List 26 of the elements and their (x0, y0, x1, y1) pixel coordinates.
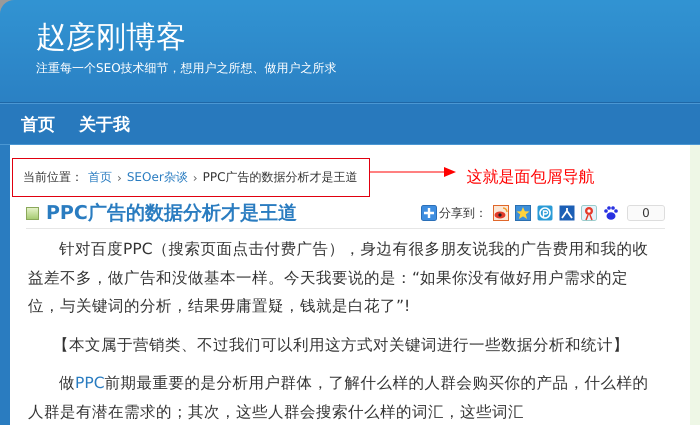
breadcrumb-current: PPC广告的数据分析才是王道 (202, 169, 358, 186)
plus-icon[interactable] (421, 205, 437, 221)
paragraph: 【本文属于营销类、不过我们可以利用这方式对关键词进行一些数据分析和统计】 (52, 334, 630, 356)
nav-link[interactable]: 关于我 (68, 112, 141, 136)
bird-icon[interactable] (581, 205, 597, 221)
paw-icon[interactable] (603, 205, 619, 221)
text-link[interactable]: PPC (75, 374, 105, 392)
nav-link[interactable]: 首页 (10, 112, 66, 136)
share-count: 0 (627, 205, 665, 221)
paragraph: 针对百度PPC（搜索页面点击付费广告），身边有很多朋友说我的广告费用和我的收益差不多，做广告和没做基本一样。今天我要说的是：“如果你没有做好用户需求的定位，与关键词的分析，结果毋庸置疑，钱就是白花了”! (28, 239, 650, 317)
site-tagline: 注重每一个SEO技术细节，想用户之所想、做用户之所求 (36, 60, 337, 76)
breadcrumb-link[interactable]: 首页 (88, 169, 112, 186)
person-icon[interactable] (559, 205, 575, 221)
share-label: 分享到： (439, 204, 487, 222)
breadcrumb-link[interactable]: SEOer杂谈 (126, 169, 188, 186)
breadcrumb-separator: › (192, 170, 198, 184)
annotation-text: 这就是面包屑导航 (466, 167, 594, 188)
swirl-icon[interactable] (537, 205, 553, 221)
breadcrumb-separator: › (117, 170, 122, 184)
breadcrumb-label: 当前位置： (23, 169, 83, 186)
paragraph: 做PPC前期最重要的是分析用户群体，了解什么样的人群会购买你的产品，什么样的人群是有潜在需求的；其次，这些人群会搜索什么样的词汇，这些词汇 (28, 373, 650, 422)
site-title[interactable]: 赵彦刚博客 (36, 20, 186, 56)
weibo-icon[interactable] (493, 205, 509, 221)
square-icon (26, 206, 39, 220)
post-title[interactable]: PPC广告的数据分析才是王道 (46, 201, 421, 225)
star-icon[interactable] (515, 205, 531, 221)
